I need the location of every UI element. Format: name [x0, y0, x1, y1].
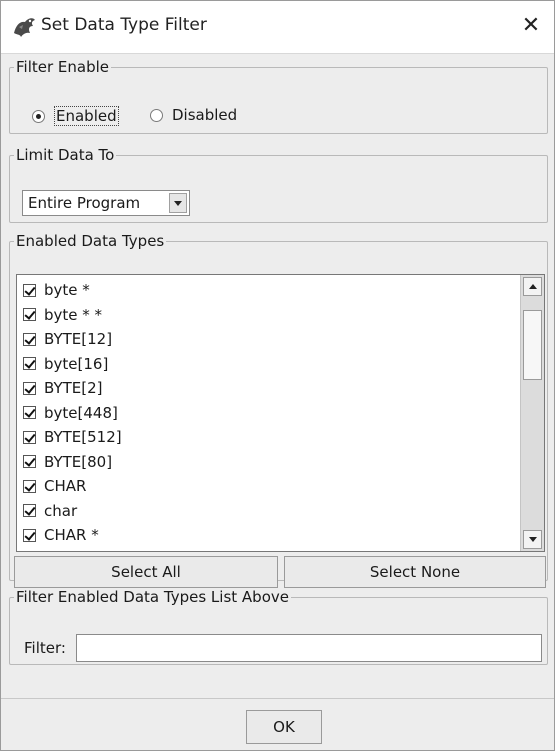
chevron-down-icon[interactable] — [169, 193, 187, 213]
scrollbar-thumb[interactable] — [523, 310, 542, 380]
list-item-label: BYTE[12] — [44, 330, 113, 349]
filter-input[interactable] — [76, 634, 542, 662]
filter-legend: Filter Enabled Data Types List Above — [16, 588, 289, 606]
list-item[interactable]: byte * — [23, 278, 122, 303]
filter-enable-group: Filter Enable Enabled Disabled — [9, 58, 548, 134]
checkbox-checked-icon[interactable] — [23, 406, 36, 420]
limit-data-group: Limit Data To Entire Program — [9, 146, 548, 223]
list-item-label: BYTE[80] — [44, 452, 113, 471]
select-none-button[interactable]: Select None — [284, 556, 546, 588]
checkbox-checked-icon[interactable] — [23, 504, 36, 518]
enabled-radio[interactable]: Enabled — [32, 106, 119, 126]
title-bar: Set Data Type Filter ✕ — [1, 1, 554, 54]
checkbox-checked-icon[interactable] — [23, 381, 36, 395]
close-icon[interactable]: ✕ — [514, 9, 548, 43]
data-types-list[interactable]: byte * byte * * BYTE[12] byte[16] BYTE[2] byt… — [16, 274, 545, 552]
list-item[interactable]: BYTE[2] — [23, 376, 122, 401]
footer-divider — [1, 698, 554, 699]
dialog-window: Set Data Type Filter ✕ Filter Enable Ena… — [0, 0, 555, 751]
checkbox-checked-icon[interactable] — [23, 357, 36, 371]
list-item[interactable]: CHAR * — [23, 523, 122, 548]
enabled-data-types-group: Enabled Data Types byte * byte * * BYTE[12… — [9, 232, 548, 588]
list-item[interactable]: byte * * — [23, 303, 122, 328]
disabled-radio-label: Disabled — [172, 106, 238, 124]
radio-unselected-icon — [150, 108, 163, 122]
list-item[interactable]: BYTE[512] — [23, 425, 122, 450]
enabled-radio-label: Enabled — [54, 106, 119, 126]
list-item[interactable]: BYTE[80] — [23, 450, 122, 475]
filter-label: Filter: — [24, 639, 66, 657]
filter-group: Filter Enabled Data Types List Above Fil… — [9, 588, 548, 665]
limit-data-value: Entire Program — [28, 194, 141, 212]
list-item[interactable]: BYTE[12] — [23, 327, 122, 352]
scroll-down-icon[interactable] — [523, 530, 542, 549]
list-item-label: CHAR — [44, 477, 87, 496]
checkbox-checked-icon[interactable] — [23, 479, 36, 493]
list-item[interactable]: byte[448] — [23, 401, 122, 426]
window-title: Set Data Type Filter — [41, 15, 207, 35]
radio-selected-icon — [32, 109, 45, 123]
filter-enable-legend: Filter Enable — [16, 58, 110, 76]
list-item-label: byte * * — [44, 305, 103, 324]
scroll-up-icon[interactable] — [523, 277, 542, 296]
checkbox-checked-icon[interactable] — [23, 455, 36, 469]
disabled-radio[interactable]: Disabled — [150, 106, 237, 124]
list-item-label: byte[16] — [44, 354, 109, 373]
list-item[interactable]: char — [23, 499, 122, 524]
select-all-button[interactable]: Select All — [14, 556, 278, 588]
limit-data-legend: Limit Data To — [16, 146, 115, 164]
checkbox-checked-icon[interactable] — [23, 283, 36, 297]
list-item-label: CHAR * — [44, 526, 99, 545]
list-item-label: BYTE[512] — [44, 428, 122, 447]
enabled-data-types-legend: Enabled Data Types — [16, 232, 165, 250]
list-item-label: BYTE[2] — [44, 379, 103, 398]
checkbox-checked-icon[interactable] — [23, 528, 36, 542]
list-item[interactable]: byte[16] — [23, 352, 122, 377]
list-item[interactable]: CHAR — [23, 474, 122, 499]
vertical-scrollbar[interactable] — [520, 275, 544, 551]
checkbox-checked-icon[interactable] — [23, 332, 36, 346]
ok-button[interactable]: OK — [246, 710, 322, 744]
checkbox-checked-icon[interactable] — [23, 308, 36, 322]
list-item-label: byte[448] — [44, 403, 118, 422]
checkbox-checked-icon[interactable] — [23, 430, 36, 444]
dragon-app-icon — [14, 18, 35, 37]
list-item-label: char — [44, 501, 78, 520]
list-item-label: byte * — [44, 281, 90, 300]
limit-data-dropdown[interactable]: Entire Program — [22, 190, 190, 216]
